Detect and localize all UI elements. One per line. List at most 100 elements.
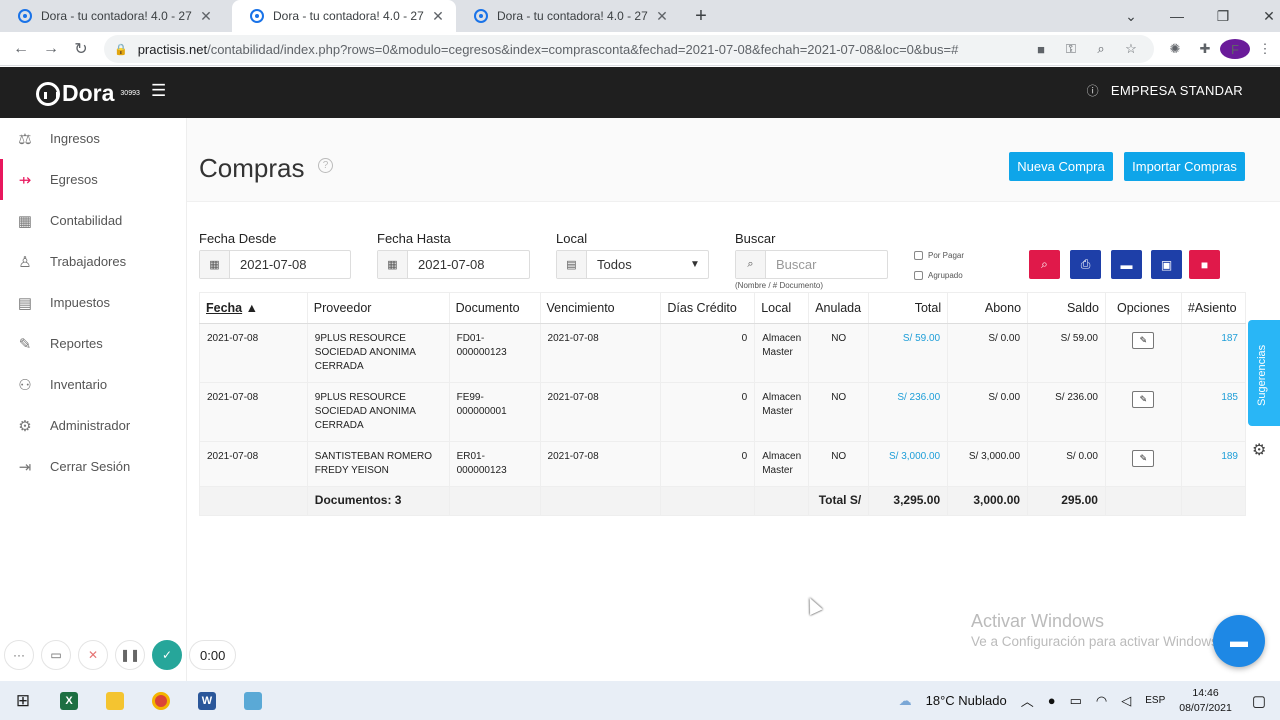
total-link[interactable]: S/ 59.00 <box>903 333 940 344</box>
cell-local: Almacen Master <box>754 441 810 487</box>
calendar-icon: ▦ <box>200 251 230 278</box>
close-tab-icon[interactable]: ✕ <box>430 8 446 25</box>
column-header-total: Total <box>868 292 949 324</box>
chrome-taskbar-button[interactable] <box>138 681 184 720</box>
microphone-icon[interactable]: ● <box>1048 693 1056 708</box>
profile-avatar[interactable]: F <box>1220 39 1250 59</box>
camera-icon[interactable]: ■ <box>1026 42 1056 57</box>
column-header-fecha[interactable]: Fecha ▲ <box>199 292 308 324</box>
edit-button[interactable]: ✎ <box>1132 450 1155 467</box>
browser-tab-active[interactable]: Dora - tu contadora! 4.0 - 27 ✕ <box>232 0 456 32</box>
fecha-desde-field[interactable]: ▦ 2021-07-08 <box>199 250 351 279</box>
edit-button[interactable]: ✎ <box>1132 391 1155 408</box>
new-tab-button[interactable]: + <box>690 5 712 28</box>
browser-tab[interactable]: Dora - tu contadora! 4.0 - 27 ✕ <box>0 0 224 32</box>
chat-button[interactable]: ▬ <box>1213 615 1265 667</box>
gear-icon: ⚙ <box>18 417 32 435</box>
agrupado-checkbox[interactable]: Agrupado <box>914 271 963 280</box>
edit-button[interactable]: ✎ <box>1132 332 1155 349</box>
search-icon: ⌕ <box>1041 257 1048 271</box>
table-row: 2021-07-08 SANTISTEBAN ROMERO FREDY YEIS… <box>199 441 1247 487</box>
url-field[interactable]: 🔒 practisis.net/contabilidad/index.php?r… <box>104 35 1154 63</box>
extension-icon[interactable]: ✺ <box>1160 41 1190 57</box>
column-header-saldo: Saldo <box>1027 292 1106 324</box>
buscar-input[interactable]: ⌕ Buscar <box>735 250 888 279</box>
favicon-icon <box>18 9 32 23</box>
export-button[interactable]: ▣ <box>1151 250 1182 279</box>
browser-tab[interactable]: Dora - tu contadora! 4.0 - 27 ✕ <box>456 0 680 32</box>
sidebar-item-reportes[interactable]: ✎ Reportes <box>0 323 186 364</box>
total-link[interactable]: S/ 3,000.00 <box>889 451 940 462</box>
cell-anulada: NO <box>808 323 870 383</box>
finish-recording-button[interactable]: ✓ <box>152 640 182 670</box>
key-icon[interactable]: ⚿ <box>1056 41 1086 57</box>
help-icon[interactable]: ? <box>318 158 333 173</box>
sidebar-item-administrador[interactable]: ⚙ Administrador <box>0 405 186 446</box>
hamburger-menu-icon[interactable]: ☰ <box>151 81 166 101</box>
sugerencias-tab[interactable]: Sugerencias <box>1248 320 1280 426</box>
sidebar-item-ingresos[interactable]: ⚖ Ingresos <box>0 118 186 159</box>
calculator-icon: ▤ <box>557 251 587 278</box>
column-header-proveedor: Proveedor <box>306 292 450 324</box>
sidebar-item-egresos[interactable]: ⇸ Egresos <box>0 159 186 200</box>
windows-start-button[interactable]: ⊞ <box>0 681 46 720</box>
importar-compras-button[interactable]: Importar Compras <box>1124 152 1245 181</box>
language-indicator[interactable]: ESP <box>1145 695 1165 706</box>
reload-icon[interactable]: ↻ <box>66 39 96 59</box>
sidebar-item-inventario[interactable]: ⚇ Inventario <box>0 364 186 405</box>
asiento-link[interactable]: 187 <box>1221 333 1238 344</box>
sidebar-item-cerrar-sesion[interactable]: ⇥ Cerrar Sesión <box>0 446 186 487</box>
sidebar-item-contabilidad[interactable]: ▦ Contabilidad <box>0 200 186 241</box>
delete-button[interactable]: ■ <box>1189 250 1220 279</box>
nueva-compra-button[interactable]: Nueva Compra <box>1009 152 1113 181</box>
notifications-icon[interactable]: ▢ <box>1252 692 1266 710</box>
forward-icon[interactable]: → <box>36 40 66 58</box>
camera-toggle-button[interactable]: ▭ <box>41 640 71 670</box>
back-icon[interactable]: ← <box>6 40 36 58</box>
chevron-up-icon[interactable]: ︿ <box>1021 691 1034 710</box>
sidebar-item-trabajadores[interactable]: ♙ Trabajadores <box>0 241 186 282</box>
app-taskbar-button[interactable] <box>230 681 276 720</box>
fecha-hasta-field[interactable]: ▦ 2021-07-08 <box>377 250 530 279</box>
sidebar-item-label: Impuestos <box>50 295 110 310</box>
tab-search-icon[interactable]: ⌄ <box>1108 8 1154 25</box>
clock[interactable]: 14:46 08/07/2021 <box>1179 686 1232 716</box>
minimize-button[interactable]: — <box>1154 8 1200 24</box>
explorer-taskbar-button[interactable] <box>92 681 138 720</box>
weather-text[interactable]: 18°C Nublado <box>926 693 1007 708</box>
url-host: practisis.net <box>137 41 208 57</box>
total-link[interactable]: S/ 236.00 <box>897 392 940 403</box>
totals-row: Documentos: 3 Total S/ 3,295.00 3,000.00… <box>199 486 1247 516</box>
word-taskbar-button[interactable]: W <box>184 681 230 720</box>
maximize-button[interactable]: ❐ <box>1200 8 1246 25</box>
gear-icon[interactable]: ⚙ <box>1252 440 1266 460</box>
local-select[interactable]: ▤ Todos ▼ <box>556 250 709 279</box>
totals-empty <box>539 486 662 516</box>
main-content: Compras ? Nueva Compra Importar Compras … <box>187 118 1280 681</box>
menu-dots-icon[interactable]: ⋮ <box>1250 41 1280 57</box>
wifi-icon[interactable]: ◠ <box>1096 693 1107 709</box>
more-options-button[interactable]: ··· <box>4 640 34 670</box>
por-pagar-checkbox[interactable]: Por Pagar <box>914 251 964 260</box>
pause-button[interactable]: ❚❚ <box>115 640 145 670</box>
close-tab-icon[interactable]: ✕ <box>654 8 670 25</box>
puzzle-icon[interactable]: ✚ <box>1190 41 1220 57</box>
speaker-icon[interactable]: ◁ <box>1121 693 1131 709</box>
company-menu[interactable]: ⓘ EMPRESA STANDAR <box>1087 82 1243 99</box>
battery-icon[interactable]: ▭ <box>1070 693 1082 709</box>
close-tab-icon[interactable]: ✕ <box>198 8 214 25</box>
bookmark-star-icon[interactable]: ☆ <box>1116 41 1146 57</box>
windows-logo-icon: ⊞ <box>15 690 31 710</box>
logo[interactable]: Dora 30993 <box>36 80 140 107</box>
briefcase-button[interactable]: ▬ <box>1111 250 1142 279</box>
asiento-link[interactable]: 189 <box>1221 451 1238 462</box>
excel-taskbar-button[interactable]: X <box>46 681 92 720</box>
zoom-icon[interactable]: ⌕ <box>1086 41 1116 57</box>
cancel-recording-button[interactable]: ✕ <box>78 640 108 670</box>
cell-vencimiento: 2021-07-08 <box>539 382 662 442</box>
search-button[interactable]: ⌕ <box>1029 250 1060 279</box>
sidebar-item-impuestos[interactable]: ▤ Impuestos <box>0 282 186 323</box>
asiento-link[interactable]: 185 <box>1221 392 1238 403</box>
close-window-button[interactable]: ✕ <box>1246 8 1280 25</box>
print-button[interactable]: ⎙ <box>1070 250 1101 279</box>
